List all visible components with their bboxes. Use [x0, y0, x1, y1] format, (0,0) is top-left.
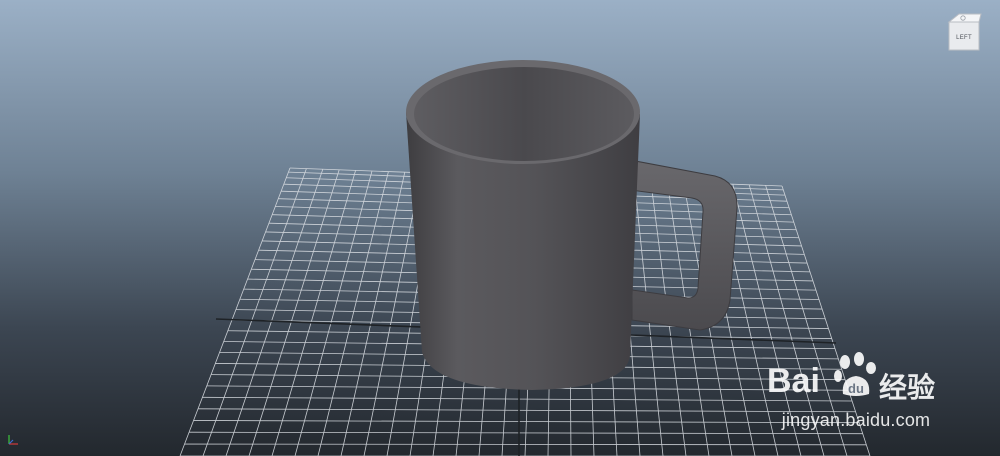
- paw-icon: du: [834, 352, 876, 396]
- watermark-brand: Bai: [767, 362, 820, 400]
- view-cube-icon: [947, 13, 982, 51]
- view-cube[interactable]: LEFT: [945, 12, 983, 52]
- grid-line: [184, 443, 867, 446]
- grid-line: [225, 169, 324, 456]
- mug-handle: [629, 159, 738, 331]
- watermark-url: jingyan.baidu.com: [781, 410, 931, 430]
- grid-line: [294, 170, 373, 456]
- mug-model[interactable]: [406, 60, 738, 390]
- view-cube-face-label: LEFT: [956, 35, 972, 41]
- grid-line: [202, 168, 307, 456]
- watermark-brand-cn: 经验: [879, 372, 936, 403]
- grid-line: [271, 170, 356, 456]
- 3d-viewport[interactable]: LEFT Bai du 经验 jingyan.baidu.com: [0, 0, 1000, 456]
- axis-indicator-icon: [6, 433, 20, 447]
- baidu-jingyan-watermark: Bai du 经验 jingyan.baidu.com: [765, 346, 995, 436]
- grid-line: [248, 169, 340, 456]
- mug-interior: [414, 67, 634, 161]
- grid-line: [317, 171, 389, 456]
- grid-line: [179, 167, 291, 456]
- svg-text:du: du: [848, 381, 864, 396]
